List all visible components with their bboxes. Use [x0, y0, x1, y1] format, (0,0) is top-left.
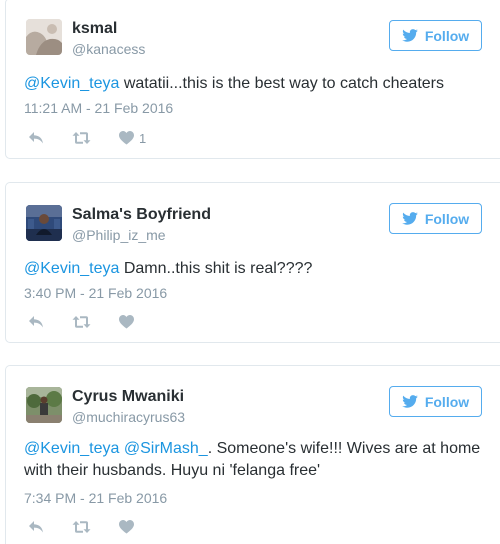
follow-button[interactable]: Follow: [389, 386, 482, 417]
reply-icon: [29, 316, 43, 328]
timestamp[interactable]: 7:34 PM - 21 Feb 2016: [24, 490, 167, 506]
user-name[interactable]: ksmal: [72, 20, 117, 38]
mention-link[interactable]: @Kevin_teya: [24, 75, 119, 92]
retweet-button[interactable]: [72, 131, 91, 145]
follow-button[interactable]: Follow: [389, 203, 482, 234]
user-name[interactable]: Cyrus Mwaniki: [72, 388, 184, 406]
tweet-actions: 1: [28, 129, 174, 147]
twitter-bird-icon: [402, 29, 418, 42]
avatar[interactable]: [26, 19, 62, 55]
retweet-icon: [72, 316, 91, 328]
tweet-text: @Kevin_teya watatii...this is the best w…: [24, 73, 485, 95]
follow-button[interactable]: Follow: [389, 20, 482, 51]
tweet-text: @Kevin_teya Damn..this shit is real????: [24, 258, 485, 280]
mention-link[interactable]: @Kevin_teya: [24, 260, 119, 277]
twitter-bird-icon: [402, 212, 418, 225]
retweet-icon: [72, 132, 91, 144]
mention-link[interactable]: @Kevin_teya: [24, 440, 119, 457]
reply-button[interactable]: [28, 520, 44, 534]
like-count: 1: [139, 130, 147, 146]
user-handle[interactable]: @Philip_iz_me: [72, 227, 166, 243]
mention-link[interactable]: @SirMash_: [124, 440, 208, 457]
user-name[interactable]: Salma's Boyfriend: [72, 206, 211, 224]
tweet-body: Damn..this shit is real????: [119, 260, 313, 277]
retweet-button[interactable]: [72, 520, 91, 534]
reply-icon: [29, 521, 43, 533]
avatar[interactable]: [26, 387, 62, 423]
follow-label: Follow: [424, 210, 470, 227]
like-button[interactable]: [119, 520, 134, 534]
timestamp[interactable]: 11:21 AM - 21 Feb 2016: [24, 100, 173, 116]
tweet-card: Cyrus Mwaniki @muchiracyrus63 Follow @Ke…: [5, 365, 500, 544]
avatar[interactable]: [26, 205, 62, 241]
tweet-actions: [28, 518, 162, 536]
tweet-text: @Kevin_teya @SirMash_. Someone's wife!!!…: [24, 438, 485, 482]
heart-icon: [119, 520, 134, 534]
tweet-actions: [28, 313, 162, 331]
retweet-icon: [72, 521, 91, 533]
retweet-button[interactable]: [72, 315, 91, 329]
follow-label: Follow: [424, 393, 470, 410]
tweet-card: ksmal @kanacess Follow @Kevin_teya watat…: [5, 0, 500, 159]
reply-icon: [29, 132, 43, 144]
heart-icon: [119, 315, 134, 329]
timestamp[interactable]: 3:40 PM - 21 Feb 2016: [24, 285, 167, 301]
reply-button[interactable]: [28, 131, 44, 145]
like-button[interactable]: [119, 315, 134, 329]
twitter-bird-icon: [402, 395, 418, 408]
user-handle[interactable]: @muchiracyrus63: [72, 409, 185, 425]
user-handle[interactable]: @kanacess: [72, 41, 145, 57]
like-button[interactable]: 1: [119, 131, 146, 146]
reply-button[interactable]: [28, 315, 44, 329]
tweet-card: Salma's Boyfriend @Philip_iz_me Follow @…: [5, 182, 500, 343]
follow-label: Follow: [424, 27, 470, 44]
tweet-body: watatii...this is the best way to catch …: [119, 75, 444, 92]
heart-icon: [119, 131, 134, 145]
